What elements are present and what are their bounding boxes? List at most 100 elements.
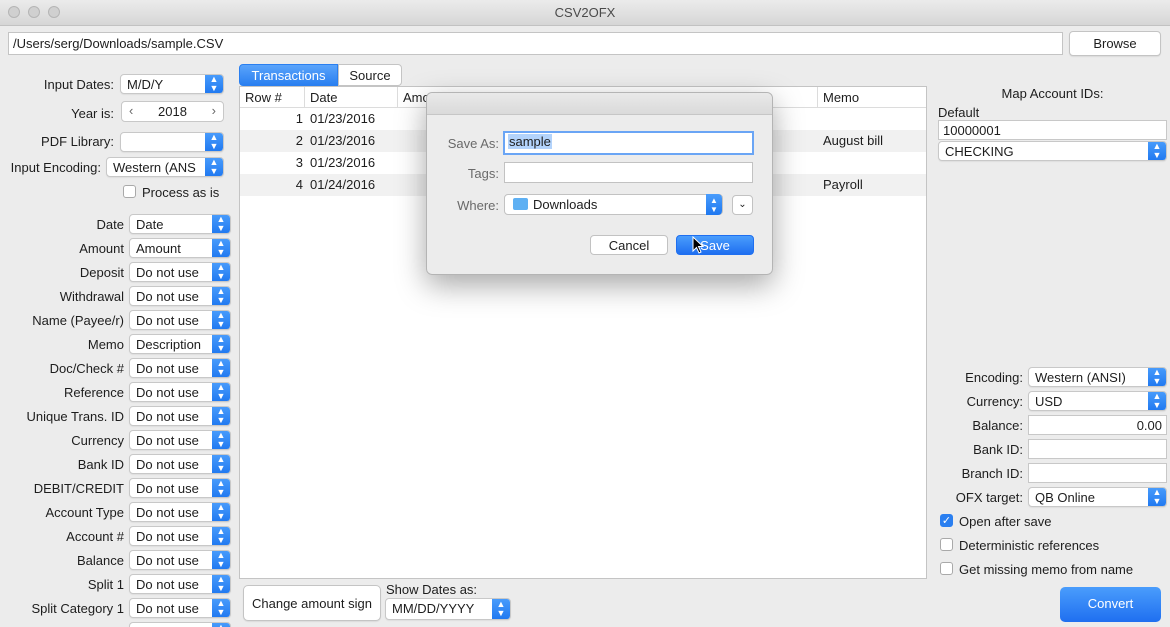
deterministic-references-checkbox[interactable] xyxy=(940,538,953,551)
field-mapping-select[interactable]: Do not use▲▼ xyxy=(129,526,231,546)
field-mapping-select[interactable]: Do not use▲▼ xyxy=(129,478,231,498)
field-mapping-select[interactable]: Do not use▲▼ xyxy=(129,430,231,450)
where-value: Downloads xyxy=(533,197,598,212)
show-dates-value: MM/DD/YYYY xyxy=(392,601,475,616)
field-mapping-select[interactable]: Do not use ▲▼ xyxy=(129,262,231,282)
field-mapping-select[interactable]: Do not use▲▼ xyxy=(129,454,231,474)
account-type-select[interactable]: CHECKING ▲ ▼ xyxy=(938,141,1167,161)
input-encoding-select[interactable]: Western (ANS ▲ ▼ xyxy=(106,157,224,177)
ofx-target-select[interactable]: QB Online ▲ ▼ xyxy=(1028,487,1167,507)
field-mapping-value: Do not use xyxy=(136,409,199,424)
year-next-icon[interactable]: › xyxy=(212,103,216,118)
field-mapping-select[interactable]: Amount ▲ ▼ xyxy=(129,238,231,258)
ofx-target-label: OFX target: xyxy=(955,490,1023,505)
field-mapping-select[interactable]: Do not use▲▼ xyxy=(129,406,231,426)
title-bar: CSV2OFX xyxy=(0,0,1170,26)
pdf-library-select[interactable]: ▲ ▼ xyxy=(120,132,224,152)
bank-id-input[interactable] xyxy=(1028,439,1167,459)
where-label: Where: xyxy=(457,198,499,213)
currency-label: Currency: xyxy=(966,394,1023,409)
field-label: Reference xyxy=(64,385,124,400)
tags-input[interactable] xyxy=(504,162,753,183)
row-number-cell: 4 xyxy=(295,177,303,192)
field-mapping-value: Do not use xyxy=(136,289,199,304)
show-dates-select[interactable]: MM/DD/YYYY ▲ ▼ xyxy=(385,598,511,620)
field-mapping-select[interactable]: Description ▲ ▼ xyxy=(129,334,231,354)
row-number-cell: 1 xyxy=(295,111,303,126)
browse-button[interactable]: Browse xyxy=(1069,31,1161,56)
chevron-updown-icon: ▲▼ xyxy=(212,599,230,617)
field-mapping-select[interactable]: Do not use▲▼ xyxy=(129,574,231,594)
column-header-row[interactable]: Row # xyxy=(240,87,305,108)
year-stepper[interactable]: ‹ 2018 › xyxy=(121,101,224,122)
save-dialog: Save As: sample Tags: Where: Downloads ▲… xyxy=(426,92,773,275)
tab-transactions[interactable]: Transactions xyxy=(239,64,338,86)
chevron-updown-icon: ▲▼ xyxy=(212,263,230,281)
chevron-updown-icon: ▲▼ xyxy=(212,623,230,627)
field-mapping-select[interactable]: Do not use▲▼ xyxy=(129,550,231,570)
field-mapping-select[interactable]: Date ▲ ▼ xyxy=(129,214,231,234)
field-mapping-value: Do not use xyxy=(136,265,199,280)
file-path-input[interactable]: /Users/serg/Downloads/sample.CSV xyxy=(8,32,1063,55)
field-label: Bank ID xyxy=(77,457,124,472)
balance-label: Balance: xyxy=(972,418,1023,433)
encoding-select[interactable]: Western (ANSI) ▲ ▼ xyxy=(1028,367,1167,387)
field-mapping-select[interactable]: Do not use▲▼ xyxy=(129,310,231,330)
input-dates-value: M/D/Y xyxy=(127,77,164,92)
field-label: Amount xyxy=(79,241,124,256)
field-mapping-select[interactable]: Do not use▲▼ xyxy=(129,286,231,306)
column-header-date[interactable]: Date xyxy=(305,87,398,108)
field-mapping-value: Do not use xyxy=(136,313,199,328)
chevron-updown-icon: ▲▼ xyxy=(212,503,230,521)
field-mapping-select[interactable]: Do not use▲▼ xyxy=(129,358,231,378)
currency-value: USD xyxy=(1035,394,1063,409)
convert-button[interactable]: Convert xyxy=(1060,587,1161,622)
save-button[interactable]: Save xyxy=(676,235,754,255)
tab-source[interactable]: Source xyxy=(338,64,402,86)
field-mapping-select[interactable]: Do not use▲▼ xyxy=(129,382,231,402)
chevron-updown-icon: ▲▼ xyxy=(212,527,230,545)
field-mapping-select[interactable]: Do not use ▲▼ xyxy=(129,598,231,618)
missing-memo-checkbox[interactable] xyxy=(940,562,953,575)
account-type-value: CHECKING xyxy=(945,144,1014,159)
date-cell: 01/24/2016 xyxy=(310,177,376,192)
chevron-updown-icon: ▲▼ xyxy=(1148,142,1166,160)
chevron-updown-icon: ▲▼ xyxy=(205,133,223,151)
branch-id-input[interactable] xyxy=(1028,463,1167,483)
default-account-input[interactable]: 10000001 xyxy=(938,120,1167,140)
cursor-icon xyxy=(692,236,704,254)
field-label: Currency xyxy=(71,433,124,448)
field-mapping-value: Do not use xyxy=(136,577,199,592)
bank-id-label: Bank ID: xyxy=(973,442,1023,457)
process-as-is-checkbox[interactable] xyxy=(123,185,136,198)
field-label: Balance xyxy=(77,553,124,568)
field-mapping-value: Do not use xyxy=(136,553,199,568)
balance-input[interactable]: 0.00 xyxy=(1028,415,1167,435)
where-select[interactable]: Downloads ▲ ▼ xyxy=(504,194,723,215)
field-mapping-value: Do not use xyxy=(136,361,199,376)
chevron-updown-icon: ▲▼ xyxy=(205,158,223,176)
field-mapping-value: Amount xyxy=(136,241,181,256)
date-cell: 01/23/2016 xyxy=(310,155,376,170)
pdf-library-label: PDF Library: xyxy=(41,134,114,149)
field-mapping-value: Do not use xyxy=(136,457,199,472)
cancel-button[interactable]: Cancel xyxy=(590,235,668,255)
field-mapping-value: Description xyxy=(136,337,202,352)
window-title: CSV2OFX xyxy=(554,5,616,20)
tags-label: Tags: xyxy=(467,166,499,181)
save-as-input[interactable]: sample xyxy=(503,131,754,155)
field-label: Name (Payee/r) xyxy=(32,313,124,328)
year-prev-icon[interactable]: ‹ xyxy=(129,103,133,118)
field-mapping-select[interactable]: Do not use▲▼ xyxy=(129,622,231,627)
expand-dialog-button[interactable]: ⌄ xyxy=(732,195,753,215)
change-amount-sign-button[interactable]: Change amount sign xyxy=(243,585,381,621)
field-mapping-value: Do not use xyxy=(136,601,199,616)
currency-select[interactable]: USD ▲ ▼ xyxy=(1028,391,1167,411)
column-header-memo[interactable]: Memo xyxy=(818,87,926,108)
row-number-cell: 3 xyxy=(295,155,303,170)
input-dates-select[interactable]: M/D/Y ▲ ▼ xyxy=(120,74,224,94)
save-as-label: Save As: xyxy=(447,136,499,151)
open-after-save-checkbox[interactable]: ✓ xyxy=(940,514,953,527)
process-as-is-label: Process as is xyxy=(142,185,220,200)
field-mapping-select[interactable]: Do not use▲▼ xyxy=(129,502,231,522)
